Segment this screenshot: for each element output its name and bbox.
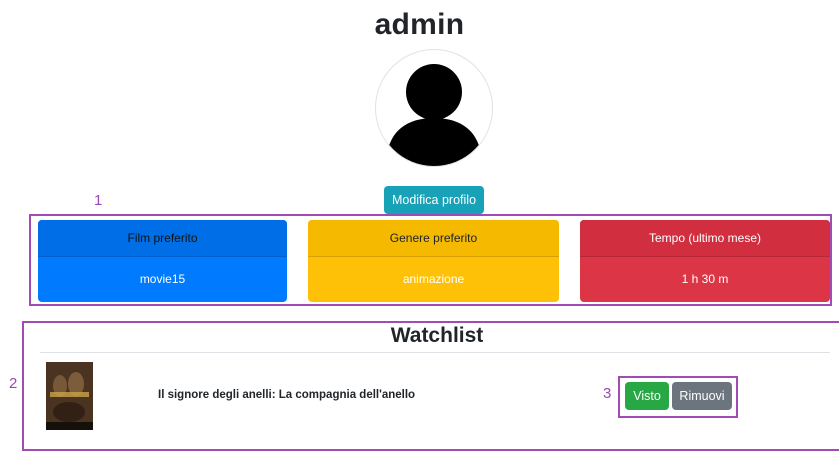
stat-card-header: Tempo (ultimo mese) <box>580 220 830 257</box>
profile-username: admin <box>374 8 465 41</box>
stat-card-value: animazione <box>402 272 465 286</box>
watchlist-item-title: Il signore degli anelli: La compagnia de… <box>158 389 416 401</box>
stat-card-watch-time: Tempo (ultimo mese) 1 h 30 m <box>580 220 830 302</box>
stat-card-value: 1 h 30 m <box>681 272 729 286</box>
annotation-marker-1: 1 <box>94 192 103 209</box>
stat-card-header: Genere preferito <box>308 220 559 257</box>
stat-card-value: movie15 <box>139 272 186 286</box>
edit-profile-button[interactable]: Modifica profilo <box>384 186 484 214</box>
movie-poster-image <box>46 362 93 430</box>
annotation-marker-3: 3 <box>603 385 612 402</box>
remove-button[interactable]: Rimuovi <box>672 382 732 410</box>
annotation-marker-2: 2 <box>9 375 18 392</box>
avatar <box>375 49 493 167</box>
stat-card-header: Film preferito <box>38 220 287 257</box>
movie-poster-icon <box>46 362 93 430</box>
watchlist-divider <box>40 352 830 353</box>
stat-card-favorite-film: Film preferito movie15 <box>38 220 287 302</box>
user-silhouette-icon <box>386 64 482 166</box>
watchlist-title: Watchlist <box>390 324 484 347</box>
stat-card-favorite-genre: Genere preferito animazione <box>308 220 559 302</box>
mark-seen-button[interactable]: Visto <box>625 382 669 410</box>
